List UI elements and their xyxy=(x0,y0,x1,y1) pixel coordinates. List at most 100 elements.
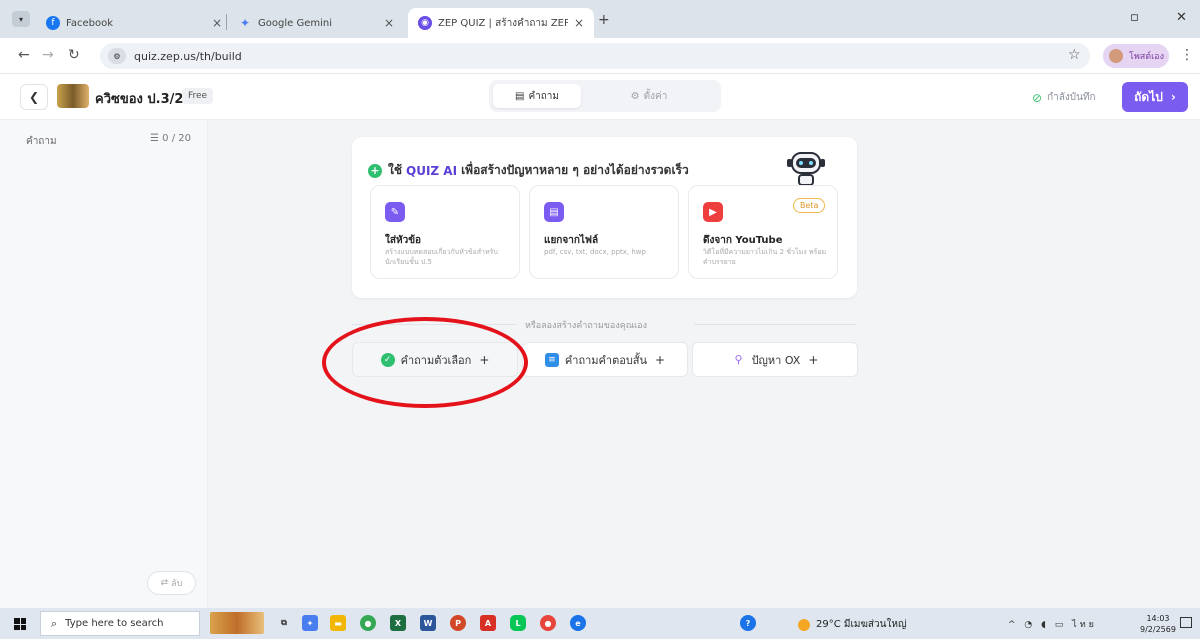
plus-icon: + xyxy=(655,352,666,367)
tab-google-gemini[interactable]: ✦ Google Gemini × xyxy=(228,8,404,38)
search-icon: ⌕ xyxy=(51,616,58,630)
network-icon[interactable]: ◔ xyxy=(1024,620,1035,630)
question-count: ☰ 0 / 20 xyxy=(150,133,191,144)
windows-taskbar: ⌕ Type here to search ⧉ ✦ ▬ ● X W P A L … xyxy=(0,608,1200,639)
reload-icon[interactable]: ↻ xyxy=(68,47,80,63)
button-label: คำถามคำตอบสั้น xyxy=(564,353,648,367)
ai-brand: QUIZ AI xyxy=(406,163,458,178)
forward-arrow-icon[interactable]: → xyxy=(42,47,54,63)
weather-widget[interactable]: 29°C มีเมฆส่วนใหญ่ xyxy=(798,617,906,632)
line-icon[interactable]: L xyxy=(510,615,526,631)
sidebar-label: คำถาม xyxy=(26,136,57,147)
browser-menu-icon[interactable]: ⋮ xyxy=(1180,47,1194,63)
address-bar[interactable]: ⚙ quiz.zep.us/th/build xyxy=(100,43,1090,69)
url-text: quiz.zep.us/th/build xyxy=(134,49,242,63)
divider-text: หรือลองสร้างคำถามของคุณเอง xyxy=(525,321,647,331)
system-tray[interactable]: ^ ◔ ◖ ▭ ไทย xyxy=(1008,617,1097,631)
edge-icon[interactable]: e xyxy=(570,615,586,631)
gear-icon: ⚙ xyxy=(630,90,640,102)
taskbar-search[interactable]: ⌕ Type here to search xyxy=(40,611,200,636)
task-view-icon[interactable]: ⧉ xyxy=(276,615,292,631)
back-button[interactable]: ❮ xyxy=(20,84,48,110)
ai-heading-text: เพื่อสร้างปัญหาหลาย ๆ อย่างได้อย่างรวดเร… xyxy=(461,163,689,177)
robot-icon xyxy=(787,152,825,186)
powerpoint-icon[interactable]: P xyxy=(450,615,466,631)
tab-settings[interactable]: ⚙ ตั้งค่า xyxy=(605,84,693,108)
close-icon[interactable]: × xyxy=(212,16,222,30)
volume-icon[interactable]: ◖ xyxy=(1041,620,1049,630)
quiz-thumbnail xyxy=(57,84,89,108)
pdf-icon[interactable]: A xyxy=(480,615,496,631)
ox-question-button[interactable]: ⚲ ปัญหา OX + xyxy=(692,342,858,377)
option-description: สร้างแบบทดสอบเกี่ยวกับหัวข้อสำหรับนักเรี… xyxy=(385,248,498,266)
button-label: ปัญหา OX xyxy=(751,353,801,367)
quiz-ai-card: + ใช้ QUIZ AI เพื่อสร้างปัญหาหลาย ๆ อย่า… xyxy=(352,137,857,298)
tray-chevron-icon[interactable]: ^ xyxy=(1008,620,1019,630)
battery-icon[interactable]: ▭ xyxy=(1055,620,1067,630)
ai-option-topic[interactable]: ✎ ใส่หัวข้อ สร้างแบบทดสอบเกี่ยวกับหัวข้อ… xyxy=(370,185,520,279)
weather-sun-icon xyxy=(798,618,810,631)
short-answer-button[interactable]: ≡ คำถามคำตอบสั้น + xyxy=(522,342,688,377)
question-sidebar: คำถาม ☰ 0 / 20 ⇄ ลับ xyxy=(0,120,208,608)
tab-questions[interactable]: ▤ คำถาม xyxy=(493,84,581,108)
site-info-icon[interactable]: ⚙ xyxy=(108,48,126,64)
ox-icon: ⚲ xyxy=(734,353,743,366)
restore-window-icon[interactable]: ▫ xyxy=(1130,10,1139,25)
ai-option-file[interactable]: ▤ แยกจากไฟล์ pdf, csv, txt, docx, pptx, … xyxy=(529,185,679,279)
option-title: แยกจากไฟล์ xyxy=(544,235,599,246)
clock-time: 14:03 xyxy=(1146,614,1170,623)
back-arrow-icon[interactable]: ← xyxy=(18,47,30,63)
tab-title: Facebook xyxy=(66,17,113,29)
chat-icon: ≡ xyxy=(544,352,559,367)
excel-icon[interactable]: X xyxy=(390,615,406,631)
weather-text: 29°C มีเมฆส่วนใหญ่ xyxy=(816,619,907,630)
facebook-icon: f xyxy=(46,16,60,30)
browser-tab-strip: ▾ f Facebook × ✦ Google Gemini × ◉ ZEP Q… xyxy=(0,0,1200,38)
search-highlight-image xyxy=(210,612,264,634)
document-icon: ▤ xyxy=(514,90,525,102)
tab-label: ตั้งค่า xyxy=(643,90,668,102)
view-tabs: ▤ คำถาม ⚙ ตั้งค่า xyxy=(489,80,721,112)
divider-line xyxy=(694,324,857,325)
chrome-icon[interactable]: ● xyxy=(360,615,376,631)
language-indicator[interactable]: ไทย xyxy=(1072,620,1097,630)
ai-option-youtube[interactable]: ▶ Beta ดึงจาก YouTube วิดีโอที่มีความยาว… xyxy=(688,185,838,279)
plus-circle-icon: + xyxy=(368,163,382,178)
tab-search-icon[interactable]: ▾ xyxy=(12,11,30,27)
reorder-button[interactable]: ⇄ ลับ xyxy=(147,571,196,595)
close-icon[interactable]: × xyxy=(574,16,584,30)
zep-quiz-icon: ◉ xyxy=(418,16,432,30)
notification-icon[interactable] xyxy=(1180,617,1192,628)
word-icon[interactable]: W xyxy=(420,615,436,631)
tab-title: Google Gemini xyxy=(258,17,332,29)
clock-date: 9/2/2569 xyxy=(1140,625,1176,634)
pencil-icon: ✎ xyxy=(385,202,405,222)
plus-icon: + xyxy=(808,352,819,367)
close-icon[interactable]: × xyxy=(384,16,394,30)
reorder-label: ลับ xyxy=(171,579,183,589)
save-status-text: กำลังบันทึก xyxy=(1047,92,1096,103)
quiz-title[interactable]: ควิซของ ป.3/2 xyxy=(95,88,183,109)
chrome-profile-icon[interactable]: ● xyxy=(540,615,556,631)
close-window-icon[interactable]: ✕ xyxy=(1176,10,1187,25)
windows-start-icon[interactable] xyxy=(14,618,26,630)
tab-facebook[interactable]: f Facebook × xyxy=(36,8,232,38)
tab-zep-quiz[interactable]: ◉ ZEP QUIZ | สร้างคำถาม ZEP QU × xyxy=(408,8,594,38)
next-label: ถัดไป xyxy=(1134,89,1163,104)
help-icon[interactable]: ? xyxy=(740,615,756,631)
bookmark-star-icon[interactable]: ☆ xyxy=(1068,47,1081,63)
new-tab-button[interactable]: + xyxy=(598,12,610,28)
gemini-icon: ✦ xyxy=(239,16,251,30)
tab-title: ZEP QUIZ | สร้างคำถาม ZEP QU xyxy=(438,17,568,29)
profile-button[interactable]: โพสต์เอง xyxy=(1103,44,1169,68)
highlight-circle-annotation xyxy=(322,317,528,408)
next-button[interactable]: ถัดไป › xyxy=(1122,82,1188,112)
swap-icon: ⇄ xyxy=(160,578,169,588)
file-explorer-icon[interactable]: ▬ xyxy=(330,615,346,631)
check-circle-icon: ⊘ xyxy=(1032,90,1043,105)
copilot-icon[interactable]: ✦ xyxy=(302,615,318,631)
clock[interactable]: 14:03 9/2/2569 xyxy=(1140,613,1176,635)
profile-name: โพสต์เอง xyxy=(1129,52,1164,62)
browser-toolbar: ← → ↻ ⚙ quiz.zep.us/th/build ☆ โพสต์เอง … xyxy=(0,38,1200,74)
search-placeholder: Type here to search xyxy=(65,618,164,629)
